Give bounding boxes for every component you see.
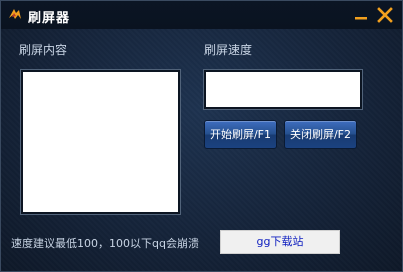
app-logo-icon [7, 6, 23, 22]
title-bar[interactable]: 刷屏器 [1, 1, 402, 29]
close-icon[interactable] [376, 6, 394, 24]
minimize-icon[interactable] [352, 6, 370, 24]
stop-button[interactable]: 关闭刷屏/F2 [284, 120, 357, 149]
app-window: 刷屏器 刷屏内容 刷屏速度 开始刷屏/F1 关闭刷屏/F2 速度建议最低100，… [0, 0, 403, 272]
content-textarea[interactable] [21, 70, 180, 214]
window-title: 刷屏器 [28, 11, 71, 26]
speed-hint: 速度建议最低100，100以下qq会崩溃 [11, 237, 199, 250]
content-label: 刷屏内容 [19, 43, 68, 57]
speed-label: 刷屏速度 [204, 43, 253, 57]
speed-input[interactable] [204, 70, 362, 109]
start-button[interactable]: 开始刷屏/F1 [204, 120, 277, 149]
download-site-button[interactable]: gg下载站 [220, 230, 340, 254]
